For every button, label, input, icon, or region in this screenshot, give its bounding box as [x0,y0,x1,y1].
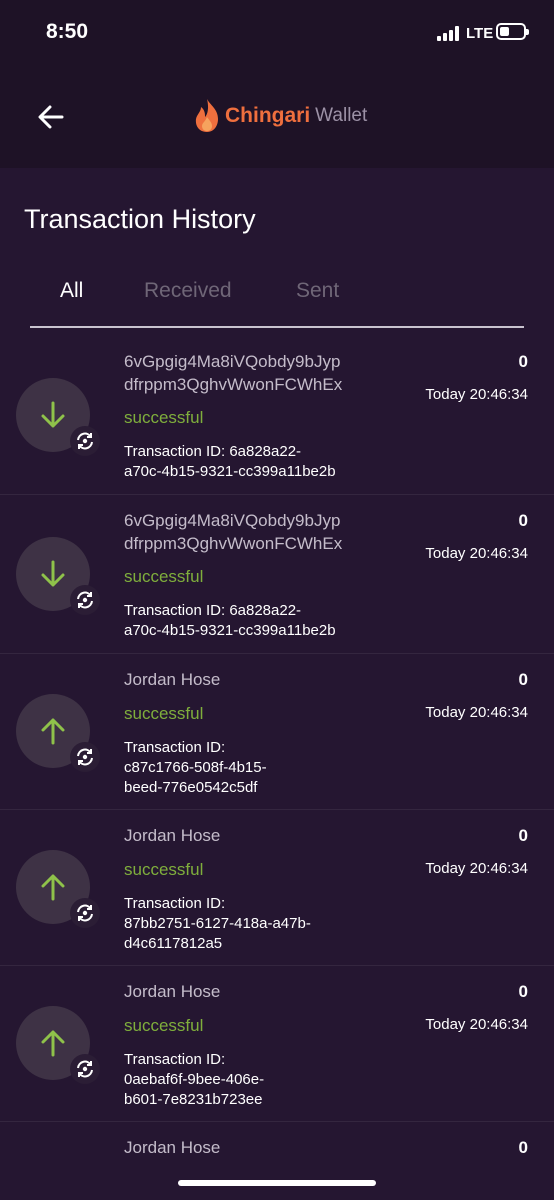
transaction-time: Today 20:46:34 [425,704,528,721]
transaction-status: successful [124,567,204,586]
tab-received[interactable]: Received [144,279,232,303]
transaction-status: successful [124,1016,204,1035]
transaction-id: Transaction ID: 6a828a22- a70c-4b15-9321… [124,601,394,641]
arrow-up-icon [41,874,65,901]
refresh-coin-icon [70,742,100,772]
transaction-row[interactable]: Jordan Hose successful Transaction ID: 8… [0,810,554,966]
refresh-coin-icon [70,898,100,928]
transaction-id-line: 87bb2751-6127-418a-a47b- [124,915,311,932]
home-indicator[interactable] [178,1180,376,1186]
transaction-name: Jordan Hose [124,670,221,689]
transaction-id-line: b601-7e8231b723ee [124,1091,263,1108]
signal-icon [437,26,463,41]
transaction-amount: 0 [518,352,528,371]
transaction-id: Transaction ID: 6a828a22- a70c-4b15-9321… [124,442,394,482]
transaction-name-line: 6vGpgig4Ma8iVQobdy9bJyp [124,511,341,530]
transaction-id-line: Transaction ID: [124,739,226,756]
transaction-id: Transaction ID: 87bb2751-6127-418a-a47b-… [124,894,394,954]
app-logo: Chingari Wallet [193,98,367,134]
transaction-id-line: Transaction ID: 6a828a22- [124,443,302,460]
refresh-coin-icon [70,585,100,615]
battery-icon [496,23,529,40]
transaction-status: successful [124,860,204,879]
transaction-name-line: dfrppm3QghvWwonFCWhEx [124,534,343,553]
transaction-amount: 0 [518,826,528,845]
transaction-id-line: 0aebaf6f-9bee-406e- [124,1071,265,1088]
transaction-name: Jordan Hose [124,982,221,1001]
logo-brand: Chingari [225,104,311,127]
back-button[interactable] [32,97,72,137]
transaction-amount: 0 [518,670,528,689]
arrow-left-icon [38,105,64,129]
page-title: Transaction History [24,204,256,234]
app-header: 8:50 LTE Chingari Wallet [0,0,554,168]
transaction-time: Today 20:46:34 [425,545,528,562]
arrow-up-icon [41,718,65,745]
arrow-down-icon [41,560,65,587]
transaction-amount: 0 [518,1138,528,1157]
transaction-id-line: c87c1766-508f-4b15- [124,759,267,776]
refresh-coin-icon [70,426,100,456]
transaction-row[interactable]: Jordan Hose 0 [0,1122,554,1200]
arrow-down-icon [41,401,65,428]
transaction-id-line: Transaction ID: [124,895,226,912]
transaction-id-line: d4c6117812a5 [124,935,223,952]
transaction-row[interactable]: Jordan Hose successful Transaction ID: 0… [0,966,554,1122]
transaction-name: Jordan Hose [124,826,221,845]
transaction-time: Today 20:46:34 [425,1016,528,1033]
transaction-amount: 0 [518,982,528,1001]
transaction-name-line: 6vGpgig4Ma8iVQobdy9bJyp [124,352,341,371]
transaction-id-line: a70c-4b15-9321-cc399a11be2b [124,622,336,639]
status-time: 8:50 [46,20,89,43]
transaction-status: successful [124,408,204,427]
transaction-row[interactable]: 6vGpgig4Ma8iVQobdy9bJyp dfrppm3QghvWwonF… [0,495,554,654]
arrow-up-icon [41,1030,65,1057]
transaction-id-line: Transaction ID: 6a828a22- [124,602,302,619]
transaction-status: successful [124,704,204,723]
transaction-name: 6vGpgig4Ma8iVQobdy9bJyp dfrppm3QghvWwonF… [124,509,342,555]
tab-all[interactable]: All [60,279,83,303]
transaction-row[interactable]: Jordan Hose successful Transaction ID: c… [0,654,554,810]
transaction-name-line: dfrppm3QghvWwonFCWhEx [124,375,343,394]
tab-sent[interactable]: Sent [296,279,339,303]
refresh-coin-icon [70,1054,100,1084]
transaction-id: Transaction ID: c87c1766-508f-4b15- beed… [124,738,394,798]
transaction-time: Today 20:46:34 [425,860,528,877]
transaction-amount: 0 [518,511,528,530]
tab-divider [30,326,524,328]
transaction-name: 6vGpgig4Ma8iVQobdy9bJyp dfrppm3QghvWwonF… [124,350,342,396]
transaction-id: Transaction ID: 0aebaf6f-9bee-406e- b601… [124,1050,394,1110]
transaction-row[interactable]: 6vGpgig4Ma8iVQobdy9bJyp dfrppm3QghvWwonF… [0,342,554,495]
transaction-id-line: a70c-4b15-9321-cc399a11be2b [124,463,336,480]
network-type: LTE [466,25,494,42]
transaction-id-line: beed-776e0542c5df [124,779,258,796]
transaction-name: Jordan Hose [124,1138,221,1157]
transaction-time: Today 20:46:34 [425,386,528,403]
logo-suffix: Wallet [315,105,368,126]
flame-icon [195,99,218,132]
transaction-id-line: Transaction ID: [124,1051,226,1068]
